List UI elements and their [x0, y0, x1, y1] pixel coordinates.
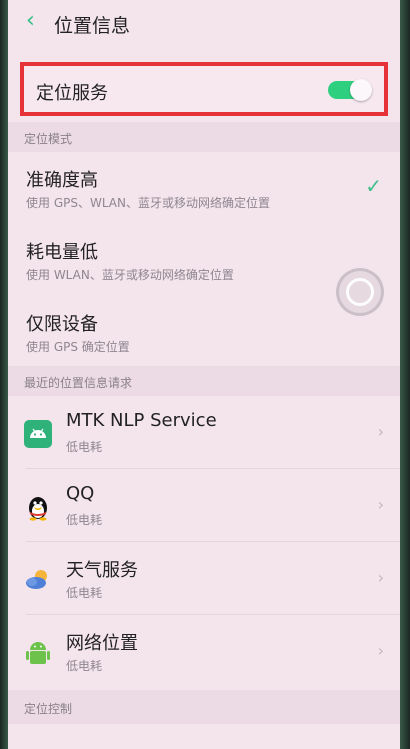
app-name: 网络位置 [66, 633, 138, 654]
location-service-row[interactable]: 定位服务 [20, 62, 388, 116]
mode-title: 耗电量低 [26, 242, 98, 263]
mode-title: 仅限设备 [26, 314, 98, 335]
section-title-recent: 最近的位置信息请求 [24, 376, 133, 390]
mode-title: 准确度高 [26, 170, 98, 191]
chevron-right-icon: › [377, 422, 384, 441]
header: ‹ 位置信息 [8, 0, 400, 48]
recent-app-mtk-nlp[interactable]: MTK NLP Service 低电耗 › [8, 396, 400, 468]
section-header-recent: 最近的位置信息请求 [8, 366, 400, 396]
chevron-right-icon: › [377, 568, 384, 587]
android-robot-icon [24, 420, 52, 448]
toggle-knob [350, 79, 372, 101]
app-usage: 低电耗 [66, 586, 103, 600]
recent-app-network-location[interactable]: 网络位置 低电耗 › [8, 615, 400, 687]
device-edge-left [0, 0, 8, 749]
assistive-touch-button[interactable] [336, 268, 384, 316]
section-header-control: 定位控制 [8, 690, 400, 724]
page-title: 位置信息 [54, 15, 131, 37]
chevron-left-icon[interactable]: ‹ [26, 8, 35, 33]
location-service-label: 定位服务 [36, 83, 108, 104]
chevron-right-icon: › [377, 641, 384, 660]
chevron-right-icon: › [377, 495, 384, 514]
mode-subtitle: 使用 WLAN、蓝牙或移动网络确定位置 [26, 268, 234, 282]
check-icon: ✓ [365, 174, 382, 198]
mode-subtitle: 使用 GPS、WLAN、蓝牙或移动网络确定位置 [26, 196, 270, 210]
section-header-mode: 定位模式 [8, 122, 400, 152]
app-name: QQ [66, 483, 95, 504]
section-title-control: 定位控制 [24, 702, 73, 716]
app-name: 天气服务 [66, 560, 138, 581]
app-usage: 低电耗 [66, 513, 103, 527]
section-title-mode: 定位模式 [24, 132, 73, 146]
location-service-toggle[interactable] [328, 79, 372, 101]
recent-app-qq[interactable]: QQ 低电耗 › [8, 469, 400, 541]
app-name: MTK NLP Service [66, 410, 217, 431]
recent-app-weather[interactable]: 天气服务 低电耗 › [8, 542, 400, 614]
mode-subtitle: 使用 GPS 确定位置 [26, 340, 130, 354]
android-robot-icon [26, 642, 50, 664]
settings-screen: ‹ 位置信息 定位服务 定位模式 准确度高 使用 GPS、WLAN、蓝牙或移动网… [8, 0, 400, 749]
qq-penguin-icon [29, 497, 47, 521]
weather-cloud-sun-icon [26, 570, 47, 589]
app-usage: 低电耗 [66, 659, 103, 673]
app-usage: 低电耗 [66, 440, 103, 454]
mode-item-high-accuracy[interactable]: 准确度高 使用 GPS、WLAN、蓝牙或移动网络确定位置 ✓ [8, 152, 400, 222]
device-edge-right [400, 0, 410, 749]
